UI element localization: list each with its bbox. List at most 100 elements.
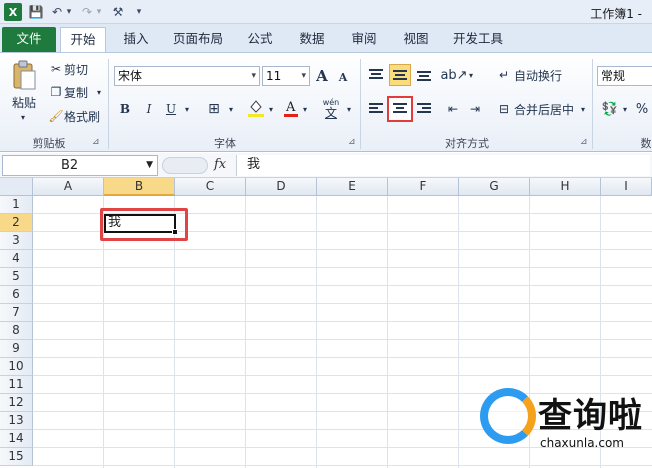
tools-icon[interactable]: ⚒ (110, 3, 126, 21)
row-header-3[interactable]: 3 (0, 232, 33, 250)
save-icon[interactable]: 💾 (28, 3, 44, 21)
row-header-4[interactable]: 4 (0, 250, 33, 268)
underline-dropdown-icon[interactable]: ▾ (182, 99, 192, 119)
copy-button[interactable]: 复制 (64, 84, 94, 100)
column-header-f[interactable]: F (388, 178, 459, 196)
decrease-indent-icon[interactable]: ⇤ (444, 99, 462, 119)
tab-formulas[interactable]: 公式 (240, 27, 280, 52)
redo-dropdown-icon[interactable]: ▾ (94, 3, 104, 21)
row-header-15[interactable]: 15 (0, 448, 33, 466)
column-header-h[interactable]: H (530, 178, 601, 196)
column-header-a[interactable]: A (33, 178, 104, 196)
tab-review[interactable]: 审阅 (344, 27, 384, 52)
customize-toolbar-icon[interactable]: ▾ (134, 3, 144, 21)
tab-home[interactable]: 开始 (60, 27, 106, 52)
tab-page-layout[interactable]: 页面布局 (168, 27, 228, 52)
row-header-5[interactable]: 5 (0, 268, 33, 286)
tab-data[interactable]: 数据 (292, 27, 332, 52)
cut-button[interactable]: 剪切 (64, 61, 94, 77)
tab-file[interactable]: 文件 (2, 27, 56, 52)
row-header-12[interactable]: 12 (0, 394, 33, 412)
merge-center-button[interactable]: 合并后居中 (514, 101, 580, 117)
row-header-13[interactable]: 13 (0, 412, 33, 430)
wrap-text-icon[interactable]: ↵ (496, 67, 512, 83)
font-color-dropdown-icon[interactable]: ▾ (300, 99, 310, 119)
copy-dropdown-icon[interactable]: ▾ (94, 84, 104, 100)
select-all-corner[interactable] (0, 178, 33, 196)
alignment-launcher-icon[interactable]: ⊿ (580, 137, 588, 147)
tab-view[interactable]: 视图 (396, 27, 436, 52)
paste-button[interactable]: 粘贴 (6, 93, 42, 111)
merge-dropdown-icon[interactable]: ▾ (578, 101, 588, 117)
row-header-6[interactable]: 6 (0, 286, 33, 304)
italic-button[interactable]: I (140, 99, 158, 119)
format-painter-icon[interactable]: 🖌 (48, 108, 64, 124)
shrink-font-button[interactable]: A (336, 68, 350, 86)
increase-indent-icon[interactable]: ⇥ (466, 99, 484, 119)
row-header-14[interactable]: 14 (0, 430, 33, 448)
row-header-1[interactable]: 1 (0, 196, 33, 214)
row-header-8[interactable]: 8 (0, 322, 33, 340)
cut-icon[interactable]: ✂ (48, 61, 64, 77)
align-bottom-icon[interactable] (414, 65, 434, 85)
currency-format-icon[interactable]: 💱 (600, 99, 620, 119)
undo-dropdown-icon[interactable]: ▾ (64, 3, 74, 21)
number-format-select[interactable]: 常规 (597, 66, 652, 86)
font-color-icon[interactable]: A (282, 97, 300, 119)
phonetic-guide-icon[interactable]: wén 文 (318, 95, 344, 121)
align-right-icon[interactable] (414, 99, 434, 119)
row-header-10[interactable]: 10 (0, 358, 33, 376)
borders-icon[interactable]: ⊞ (204, 99, 224, 119)
percent-style-button[interactable]: % (634, 99, 650, 119)
format-painter-button[interactable]: 格式刷 (64, 108, 106, 124)
group-separator (360, 59, 361, 149)
align-center-button[interactable] (387, 96, 413, 122)
formula-bar-resize-handle[interactable] (162, 157, 208, 174)
column-header-i[interactable]: I (601, 178, 652, 196)
font-name-select[interactable]: 宋体 ▾ (114, 66, 260, 86)
row-header-9[interactable]: 9 (0, 340, 33, 358)
row-header-7[interactable]: 7 (0, 304, 33, 322)
row-header-11[interactable]: 11 (0, 376, 33, 394)
group-separator (108, 59, 109, 149)
bold-button[interactable]: B (116, 99, 134, 119)
column-header-b[interactable]: B (104, 178, 175, 196)
ribbon-tabs: 文件 开始 插入 页面布局 公式 数据 审阅 视图 开发工具 (0, 24, 652, 52)
excel-app-icon[interactable]: X (4, 3, 22, 21)
insert-function-icon[interactable]: fx (214, 157, 226, 172)
column-header-g[interactable]: G (459, 178, 530, 196)
row-header-2[interactable]: 2 (0, 214, 33, 232)
font-size-select[interactable]: 11 ▾ (262, 66, 310, 86)
underline-button[interactable]: U (162, 99, 180, 119)
fill-color-dropdown-icon[interactable]: ▾ (266, 99, 276, 119)
name-box[interactable]: B2 ▼ (2, 155, 158, 176)
grow-font-button[interactable]: A (314, 65, 330, 87)
tab-developer[interactable]: 开发工具 (448, 27, 508, 52)
currency-dropdown-icon[interactable]: ▾ (620, 99, 630, 119)
align-left-icon[interactable] (366, 99, 386, 119)
column-header-e[interactable]: E (317, 178, 388, 196)
column-header-c[interactable]: C (175, 178, 246, 196)
paste-dropdown-icon[interactable]: ▾ (16, 111, 30, 123)
paste-icon[interactable] (8, 57, 40, 93)
orientation-dropdown-icon[interactable]: ▾ (466, 65, 476, 85)
phonetic-dropdown-icon[interactable]: ▾ (344, 99, 354, 119)
tab-insert[interactable]: 插入 (116, 27, 156, 52)
phonetic-char-text: 文 (324, 106, 337, 120)
align-middle-icon[interactable] (389, 64, 411, 86)
borders-dropdown-icon[interactable]: ▾ (226, 99, 236, 119)
search-logo-icon (480, 388, 536, 444)
merge-center-icon[interactable]: ⊟ (496, 101, 512, 117)
align-top-icon[interactable] (366, 65, 386, 85)
redo-icon[interactable]: ↷ (80, 3, 94, 21)
column-header-d[interactable]: D (246, 178, 317, 196)
copy-icon[interactable]: ❐ (48, 84, 64, 100)
gridline-vertical (387, 196, 388, 468)
orientation-icon[interactable]: ab↗ (440, 65, 467, 85)
font-launcher-icon[interactable]: ⊿ (348, 137, 356, 147)
fill-color-icon[interactable] (246, 97, 266, 119)
wrap-text-button[interactable]: 自动换行 (514, 67, 574, 83)
clipboard-launcher-icon[interactable]: ⊿ (92, 137, 100, 147)
formula-input[interactable]: 我 (236, 155, 650, 176)
undo-icon[interactable]: ↶ (50, 3, 64, 21)
